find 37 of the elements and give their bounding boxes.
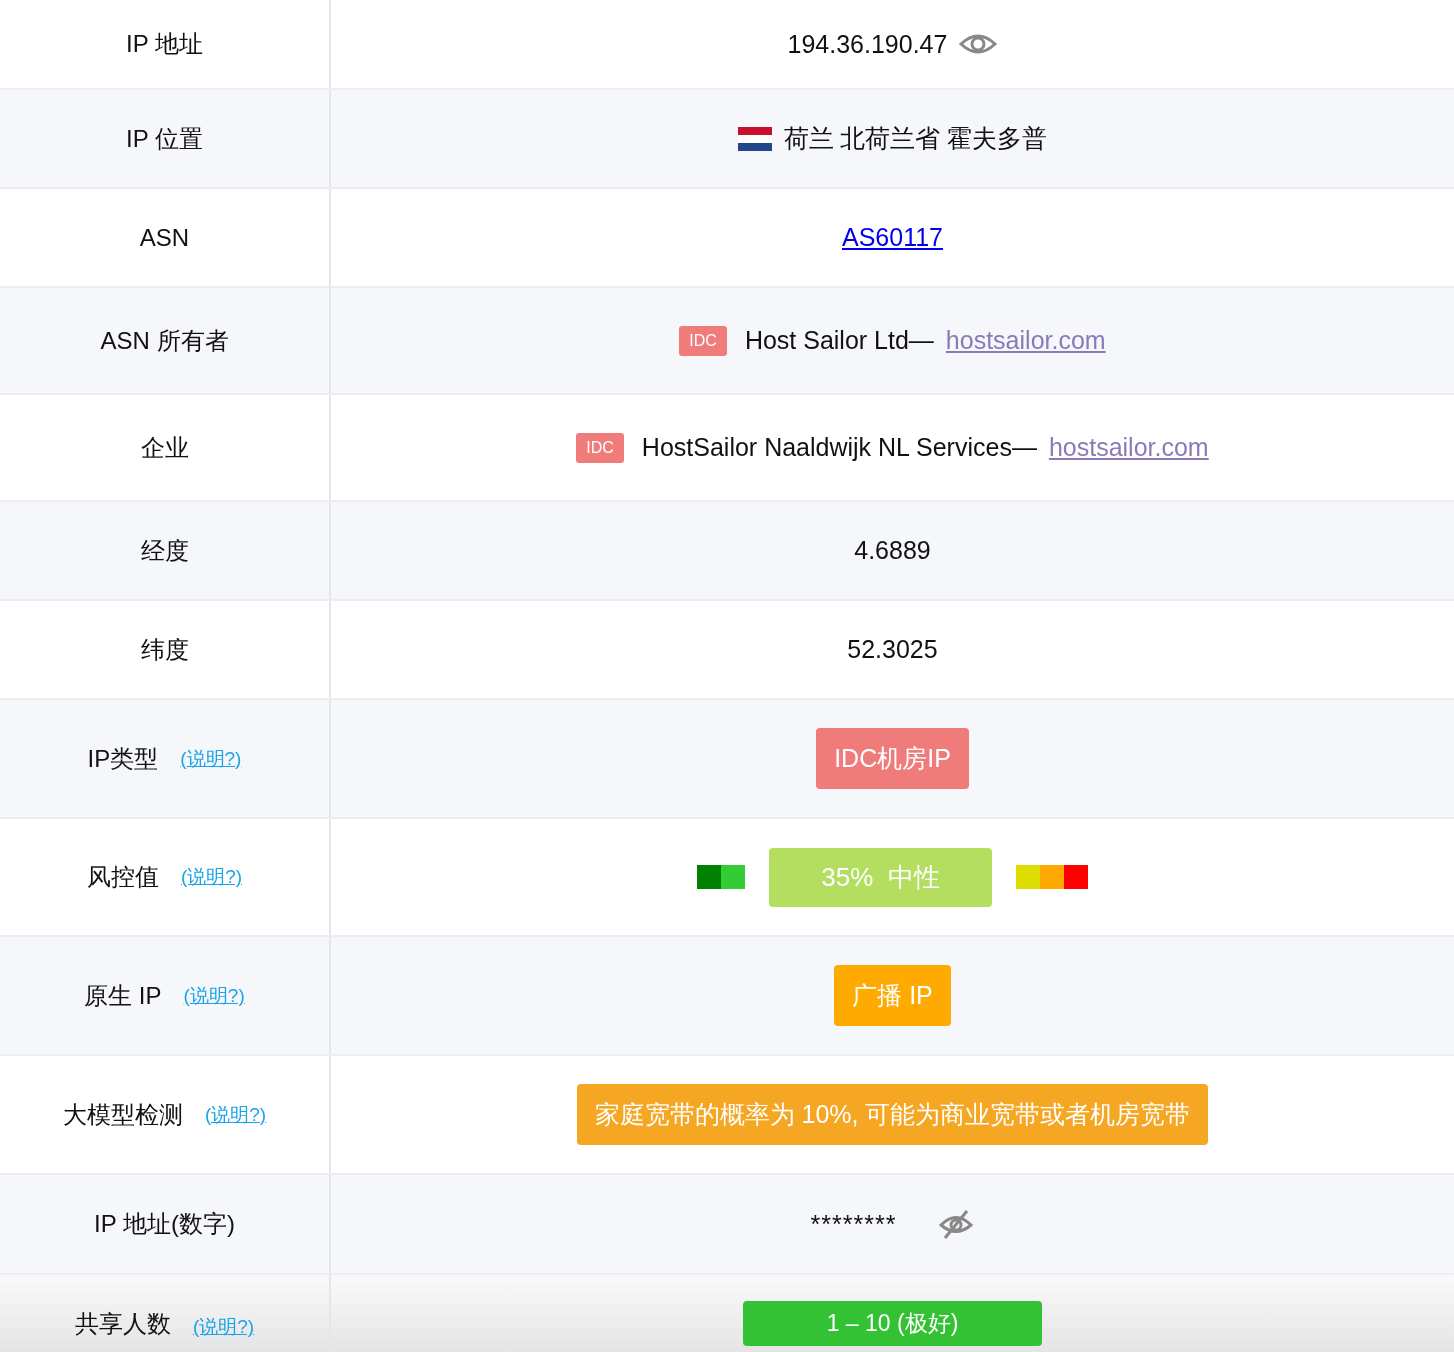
field-label: 原生 IP — [84, 980, 162, 1011]
organization-name: Host Sailor Ltd— — [744, 326, 934, 355]
status-badge: 广播 IP — [834, 965, 951, 1026]
location-text: 荷兰 北荷兰省 霍夫多普 — [783, 123, 1048, 154]
idc-tag: IDC — [679, 325, 727, 356]
risk-score: 35% 中性 — [769, 847, 992, 907]
field-label: IP 地址(数字) — [94, 1209, 235, 1239]
help-link[interactable]: (说明?) — [183, 982, 245, 1009]
field-label: IP 地址 — [126, 29, 203, 59]
value-text: 52.3025 — [847, 635, 938, 664]
field-label: ASN — [139, 223, 190, 252]
field-label: 大模型检测 — [62, 1099, 183, 1130]
flag-icon — [737, 126, 772, 151]
field-label: 纬度 — [140, 634, 189, 665]
website-link[interactable]: hostsailor.com — [945, 326, 1106, 355]
help-link[interactable]: (说明?) — [192, 1314, 255, 1340]
field-label: ASN 所有者 — [100, 325, 229, 356]
help-link[interactable]: (说明?) — [204, 1101, 267, 1128]
help-link[interactable]: (说明?) — [180, 864, 243, 890]
eye-slash-icon[interactable] — [938, 1208, 975, 1240]
field-label: 经度 — [140, 535, 189, 566]
field-label: 风控值 — [86, 862, 159, 892]
value-text: 4.6889 — [854, 536, 931, 565]
masked-value: ******** — [810, 1209, 897, 1239]
website-link[interactable]: hostsailor.com — [1048, 433, 1209, 462]
field-label: 企业 — [140, 432, 189, 463]
field-label: IP 位置 — [126, 123, 203, 154]
asn-link[interactable]: AS60117 — [842, 223, 943, 252]
status-badge: 1 – 10 (极好) — [742, 1301, 1043, 1346]
status-badge: IDC机房IP — [816, 728, 969, 789]
organization-name: HostSailor Naaldwijk NL Services— — [641, 433, 1037, 462]
idc-tag: IDC — [576, 432, 624, 463]
ip-address: 194.36.190.47 — [787, 29, 948, 59]
field-label: IP类型 — [87, 743, 159, 774]
status-badge: 家庭宽带的概率为 10%, 可能为商业宽带或者机房宽带 — [576, 1084, 1209, 1145]
field-label: 共享人数 — [74, 1309, 171, 1339]
help-link[interactable]: (说明?) — [180, 745, 242, 772]
